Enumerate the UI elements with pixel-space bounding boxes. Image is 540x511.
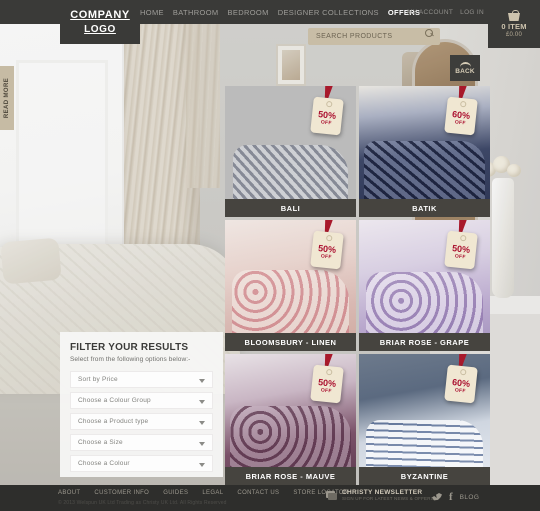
filter-panel: FILTER YOUR RESULTS Select from the foll… bbox=[60, 332, 223, 477]
filter-colour[interactable]: Choose a Colour bbox=[70, 455, 213, 472]
chevron-down-icon bbox=[199, 400, 205, 404]
badge-off: OFF bbox=[320, 119, 333, 127]
product-card-byzantine[interactable]: 60% OFF BYZANTINE bbox=[359, 354, 490, 485]
badge-off: OFF bbox=[320, 253, 333, 261]
product-card-bali[interactable]: 50% OFF BALI bbox=[225, 86, 356, 217]
footer-link-contact-us[interactable]: CONTACT US bbox=[237, 490, 279, 496]
site-footer: ABOUT CUSTOMER INFO GUIDES LEGAL CONTACT… bbox=[0, 485, 540, 511]
twitter-icon[interactable] bbox=[432, 493, 442, 501]
filter-dropdown-list: Sort by Price Choose a Colour Group Choo… bbox=[70, 371, 213, 472]
sale-badge: 50% OFF bbox=[310, 220, 344, 270]
footer-link-legal[interactable]: LEGAL bbox=[202, 490, 223, 496]
newsletter-icon bbox=[326, 490, 337, 500]
product-name: BATIK bbox=[359, 199, 490, 217]
sale-badge: 50% OFF bbox=[444, 220, 478, 270]
search-input[interactable] bbox=[308, 28, 440, 45]
logo-line-2: LOGO bbox=[84, 24, 116, 35]
footer-link-customer-info[interactable]: CUSTOMER INFO bbox=[94, 490, 149, 496]
newsletter-signup[interactable]: CHRISTY NEWSLETTER SIGN UP FOR LATEST NE… bbox=[326, 489, 434, 501]
page-root: HOME BATHROOM BEDROOM DESIGNER COLLECTIO… bbox=[0, 0, 540, 511]
chevron-down-icon bbox=[199, 379, 205, 383]
product-name: BYZANTINE bbox=[359, 467, 490, 485]
product-name: BLOOMSBURY - LINEN bbox=[225, 333, 356, 351]
nav-item-home[interactable]: HOME bbox=[140, 8, 164, 17]
product-name: BALI bbox=[225, 199, 356, 217]
log-in-link[interactable]: LOG IN bbox=[460, 9, 484, 16]
cart-button[interactable]: 0 ITEM £0.00 bbox=[488, 0, 540, 48]
basket-icon bbox=[508, 10, 520, 21]
newsletter-subtitle: SIGN UP FOR LATEST NEWS & OFFERS bbox=[342, 496, 434, 501]
filter-option-label: Sort by Price bbox=[78, 376, 118, 383]
blog-link[interactable]: BLOG bbox=[460, 494, 480, 501]
badge-off: OFF bbox=[454, 119, 467, 127]
chevron-down-icon bbox=[199, 421, 205, 425]
account-links: MY ACCOUNT LOG IN bbox=[407, 0, 484, 24]
logo-line-1: COMPANY bbox=[70, 9, 130, 21]
filter-title: FILTER YOUR RESULTS bbox=[70, 342, 189, 353]
sale-badge: 50% OFF bbox=[310, 86, 344, 136]
badge-off: OFF bbox=[454, 253, 467, 261]
search-icon[interactable] bbox=[425, 29, 434, 38]
product-card-bloomsbury-linen[interactable]: 50% OFF BLOOMSBURY - LINEN bbox=[225, 220, 356, 351]
sale-badge: 60% OFF bbox=[444, 354, 478, 404]
footer-link-guides[interactable]: GUIDES bbox=[163, 490, 188, 496]
footer-link-about[interactable]: ABOUT bbox=[58, 490, 80, 496]
sale-badge: 50% OFF bbox=[310, 354, 344, 404]
filter-colour-group[interactable]: Choose a Colour Group bbox=[70, 392, 213, 409]
main-menu: HOME BATHROOM BEDROOM DESIGNER COLLECTIO… bbox=[140, 0, 420, 24]
sale-badge: 60% OFF bbox=[444, 86, 478, 136]
cart-total: £0.00 bbox=[505, 32, 522, 38]
filter-option-label: Choose a Product type bbox=[78, 418, 149, 425]
cart-item-count: 0 ITEM bbox=[501, 22, 527, 31]
newsletter-title: CHRISTY NEWSLETTER bbox=[342, 489, 423, 496]
search-container bbox=[308, 25, 440, 45]
read-more-label: READ MORE bbox=[4, 77, 10, 119]
badge-off: OFF bbox=[320, 387, 333, 395]
product-card-briar-rose-grape[interactable]: 50% OFF BRIAR ROSE - GRAPE bbox=[359, 220, 490, 351]
nav-item-bedroom[interactable]: BEDROOM bbox=[227, 8, 268, 17]
filter-product-type[interactable]: Choose a Product type bbox=[70, 413, 213, 430]
chevron-down-icon bbox=[199, 463, 205, 467]
filter-option-label: Choose a Size bbox=[78, 439, 123, 446]
chevron-down-icon bbox=[199, 442, 205, 446]
back-button-label: BACK bbox=[455, 67, 475, 75]
badge-off: OFF bbox=[454, 387, 467, 395]
nav-item-designer-collections[interactable]: DESIGNER COLLECTIONS bbox=[278, 8, 379, 17]
chevron-up-icon bbox=[459, 61, 471, 67]
filter-option-label: Choose a Colour Group bbox=[78, 397, 151, 404]
site-logo[interactable]: COMPANY LOGO bbox=[60, 0, 140, 44]
footer-links: ABOUT CUSTOMER INFO GUIDES LEGAL CONTACT… bbox=[58, 490, 349, 496]
product-card-briar-rose-mauve[interactable]: 50% OFF BRIAR ROSE - MAUVE bbox=[225, 354, 356, 485]
filter-subtitle: Select from the following options below:… bbox=[70, 356, 191, 363]
filter-option-label: Choose a Colour bbox=[78, 460, 130, 467]
my-account-link[interactable]: MY ACCOUNT bbox=[407, 9, 453, 16]
product-card-batik[interactable]: 60% OFF BATIK bbox=[359, 86, 490, 217]
filter-size[interactable]: Choose a Size bbox=[70, 434, 213, 451]
facebook-icon[interactable]: f bbox=[449, 492, 453, 503]
product-name: BRIAR ROSE - GRAPE bbox=[359, 333, 490, 351]
social-links: f BLOG bbox=[432, 492, 480, 503]
read-more-tab[interactable]: READ MORE bbox=[0, 66, 14, 130]
product-grid: 50% OFF BALI 60% OFF BATIK 50% OFF BLOOM… bbox=[225, 86, 490, 485]
nav-item-bathroom[interactable]: BATHROOM bbox=[173, 8, 219, 17]
copyright-text: © 2013 Welspun UK Ltd Trading as Christy… bbox=[58, 500, 227, 506]
filter-sort-by-price[interactable]: Sort by Price bbox=[70, 371, 213, 388]
product-name: BRIAR ROSE - MAUVE bbox=[225, 467, 356, 485]
back-button[interactable]: BACK bbox=[450, 55, 480, 81]
